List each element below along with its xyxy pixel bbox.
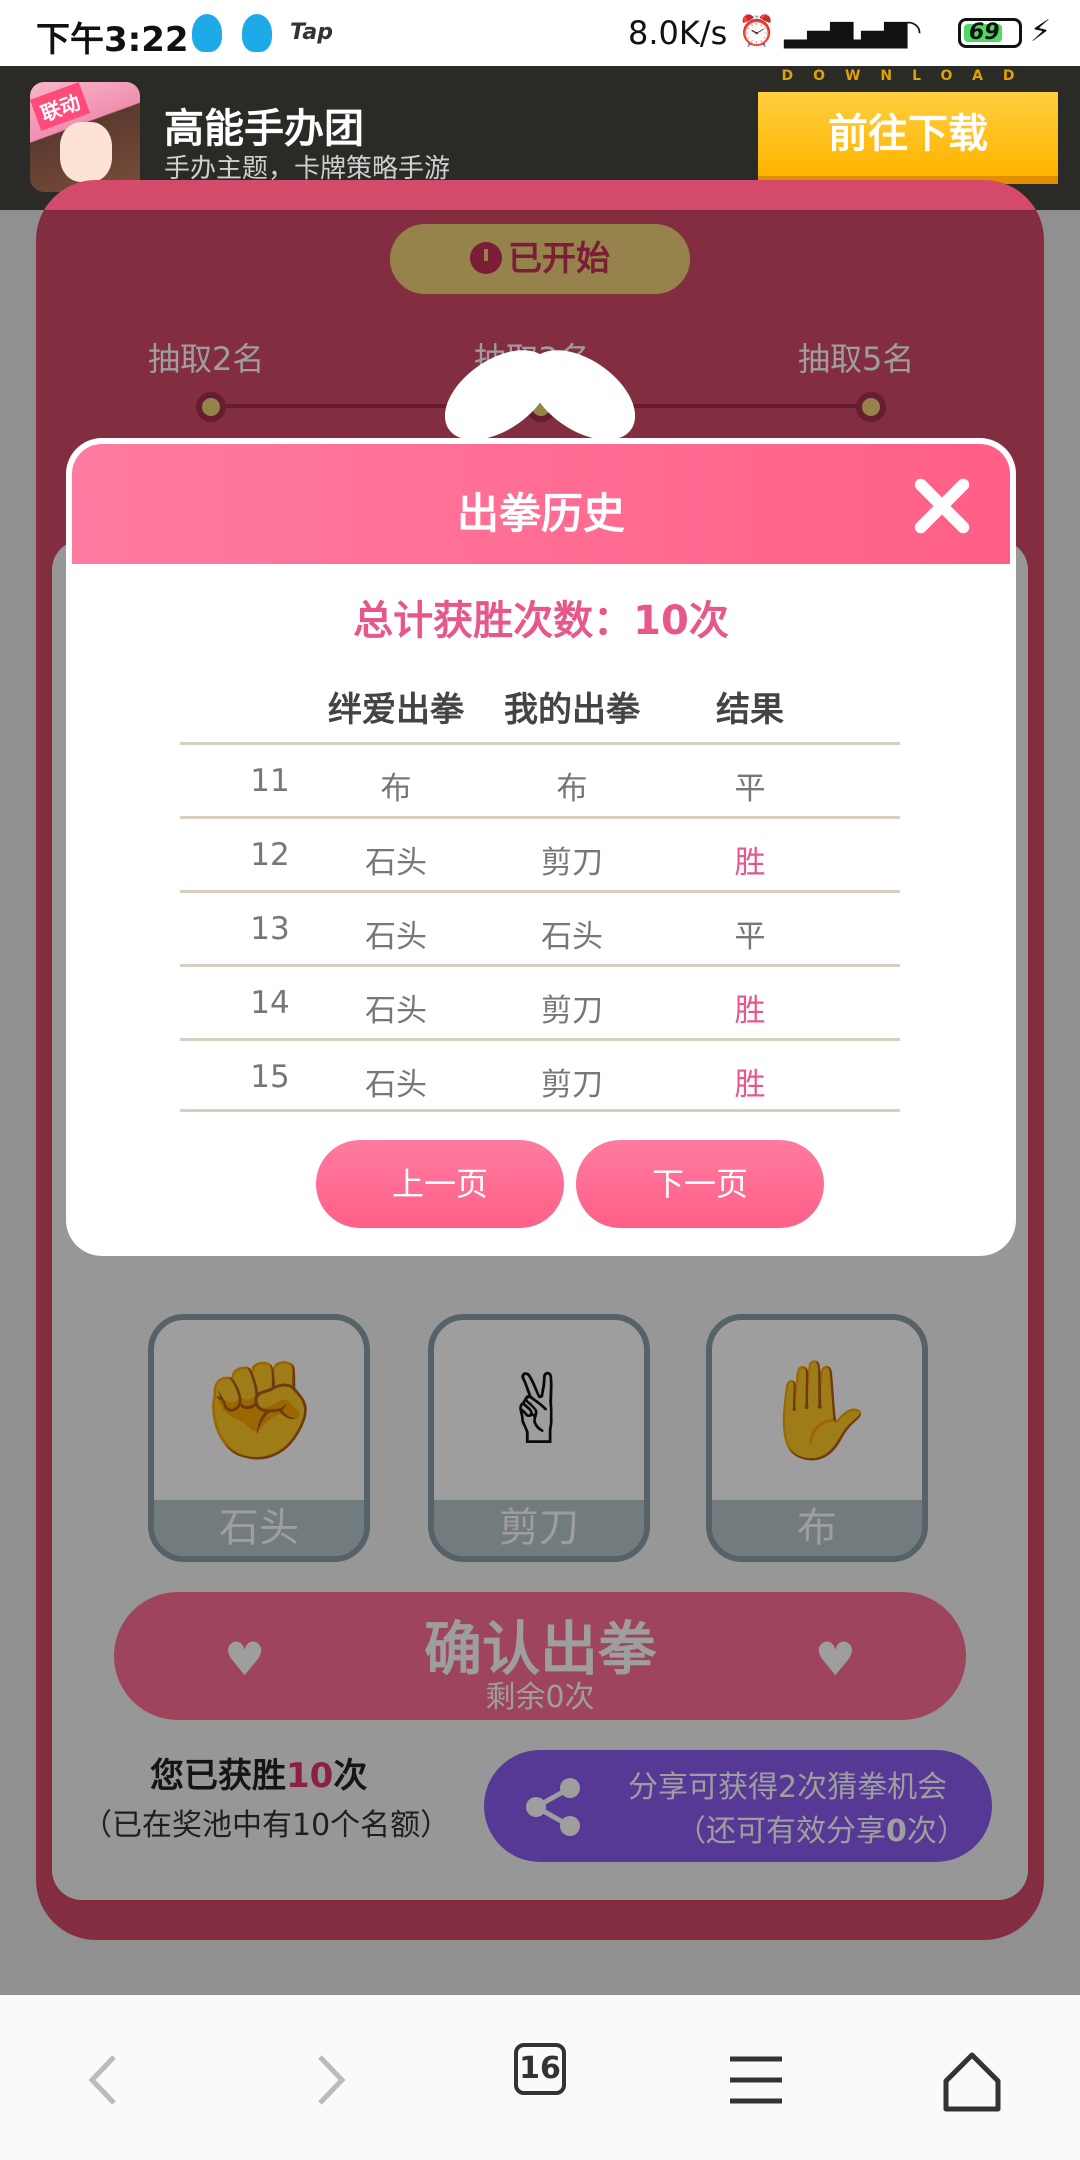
forward-icon[interactable] — [288, 2045, 368, 2115]
my-throw: 剪刀 — [541, 993, 603, 1029]
qq-icon — [192, 14, 222, 52]
next-page-button[interactable]: 下一页 — [576, 1140, 824, 1228]
charging-icon: ⚡ — [1030, 14, 1052, 49]
round-result: 胜 — [734, 845, 766, 881]
column-header-mine: 我的出拳 — [504, 690, 640, 730]
my-throw: 剪刀 — [541, 1067, 603, 1103]
dialog-header: 出拳历史 — [72, 444, 1010, 564]
round-result: 平 — [734, 919, 766, 955]
game-app-icon[interactable]: 联动 — [30, 82, 140, 192]
opponent-throw: 石头 — [365, 919, 427, 955]
dialog-title: 出拳历史 — [456, 489, 625, 538]
home-icon[interactable] — [932, 2045, 1012, 2115]
tap-icon: Tap — [290, 20, 333, 45]
tabs-button[interactable]: 16 — [514, 2043, 566, 2095]
my-throw: 布 — [556, 771, 588, 807]
round-result: 胜 — [734, 993, 766, 1029]
column-header-opponent: 绊爱出拳 — [328, 690, 464, 730]
download-button-label: 前往下载 — [828, 111, 988, 157]
browser-nav-bar: 16 — [0, 1995, 1080, 2160]
total-wins: 总计获胜次数：10次 — [353, 598, 729, 644]
qq-icon — [242, 14, 272, 52]
round-result: 胜 — [734, 1067, 766, 1103]
prev-page-button[interactable]: 上一页 — [316, 1140, 564, 1228]
status-time: 下午3:22 — [36, 20, 189, 60]
table-row: 14 石头 剪刀 胜 — [180, 964, 900, 1038]
history-table: 11 布 布 平 12 石头 剪刀 胜 13 石头 石头 平 14 石头 剪刀 … — [180, 742, 900, 1112]
battery-icon: 69 — [958, 18, 1022, 48]
table-row: 15 石头 剪刀 胜 — [180, 1038, 900, 1112]
download-watermark: DOWNLOAD — [781, 68, 1035, 84]
table-row: 11 布 布 平 — [180, 742, 900, 816]
menu-icon[interactable] — [716, 2045, 796, 2115]
alarm-icon: ⏰ — [738, 14, 776, 49]
network-speed: 8.0K/s — [628, 14, 728, 52]
history-table-header: 绊爱出拳 我的出拳 结果 — [180, 682, 900, 742]
table-row: 13 石头 石头 平 — [180, 890, 900, 964]
opponent-throw: 石头 — [365, 845, 427, 881]
round-result: 平 — [734, 771, 766, 807]
download-button[interactable]: DOWNLOAD 前往下载 — [758, 68, 1058, 184]
battery-level: 69 — [969, 20, 1000, 45]
ad-title: 高能手办团 — [164, 106, 364, 152]
opponent-throw: 布 — [380, 771, 412, 807]
close-icon[interactable] — [910, 474, 974, 538]
back-icon[interactable] — [66, 2045, 146, 2115]
my-throw: 剪刀 — [541, 845, 603, 881]
opponent-throw: 石头 — [365, 1067, 427, 1103]
opponent-throw: 石头 — [365, 993, 427, 1029]
wifi-icon: ◠ — [896, 14, 923, 49]
status-bar: 下午3:22 Tap 8.0K/s ⏰ ▂▄▆ ▂▄▆ ◠ 69 ⚡ — [0, 0, 1080, 66]
table-row: 12 石头 剪刀 胜 — [180, 816, 900, 890]
column-header-result: 结果 — [716, 690, 784, 730]
throw-history-dialog: 出拳历史 总计获胜次数：10次 绊爱出拳 我的出拳 结果 11 布 布 平 12… — [66, 438, 1016, 1256]
my-throw: 石头 — [541, 919, 603, 955]
